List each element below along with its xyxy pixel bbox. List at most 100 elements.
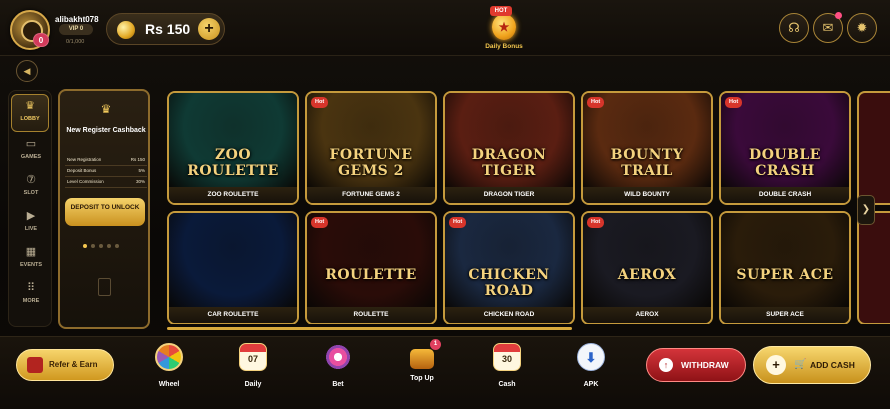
carousel-dot[interactable] xyxy=(99,244,103,248)
game-tile[interactable]: DOUBLE CRASH Hot DOUBLE CRASH xyxy=(719,91,851,205)
sidebar-item-events[interactable]: ▦ EVENTS xyxy=(9,241,53,279)
dock-bet[interactable]: Bet xyxy=(316,343,360,401)
game-artwork xyxy=(169,213,297,309)
hot-flag: HOT xyxy=(490,6,512,16)
cart-icon: 🛒 xyxy=(794,359,807,370)
sidebar-item-live[interactable]: ▶ LIVE xyxy=(9,205,53,243)
gift-icon xyxy=(27,357,43,373)
deposit-to-unlock-button[interactable]: DEPOSIT TO UNLOCK xyxy=(65,198,145,226)
treasure-icon xyxy=(410,349,434,369)
game-tile-partial[interactable] xyxy=(857,211,890,324)
sidebar-item-label: LOBBY xyxy=(20,116,40,122)
announcement-icon[interactable]: ◀ xyxy=(16,60,38,82)
game-tile[interactable]: FORTUNE GEMS 2 Hot FORTUNE GEMS 2 xyxy=(305,91,437,205)
promo-table: New Registration Rs 150 Deposit Bonus 5% L… xyxy=(65,154,147,188)
calendar-icon: 07 xyxy=(239,343,267,371)
balance-amount: Rs 150 xyxy=(145,21,191,37)
add-cash-button[interactable]: + 🛒 ADD CASH xyxy=(753,346,871,384)
dock-label: Cash xyxy=(498,381,516,388)
top-header: 0 alibakht078 VIP 0 0/1,000 Rs 150 + HOT… xyxy=(0,0,890,56)
sidebar-item-lobby[interactable]: ♛ LOBBY xyxy=(11,94,49,132)
carousel-dot[interactable] xyxy=(115,244,119,248)
game-title: DOUBLE CRASH xyxy=(721,187,849,203)
row-value: 30% xyxy=(121,176,147,188)
game-tile-partial[interactable] xyxy=(857,91,890,205)
row-label: Level Commission xyxy=(65,176,122,188)
dock-daily[interactable]: 07 Daily xyxy=(231,343,275,401)
sidebar-item-label: LIVE xyxy=(24,226,38,232)
game-title: ROULETTE xyxy=(307,307,435,323)
game-title: CAR ROULETTE xyxy=(169,307,297,323)
dock-top-up[interactable]: 1 Top Up xyxy=(400,339,444,401)
cash-calendar-icon: 30 xyxy=(493,343,521,371)
hot-badge: Hot xyxy=(587,217,605,228)
hot-badge: Hot xyxy=(311,97,329,108)
sidebar-item-label: MORE xyxy=(22,298,40,304)
avatar-badge: 0 xyxy=(33,33,49,47)
withdraw-label: WITHDRAW xyxy=(681,360,729,370)
game-grid: ZOO ROULETTE ZOO ROULETTE FORTUNE GEMS 2 Ho… xyxy=(165,89,890,324)
gear-icon[interactable]: ✹ xyxy=(847,13,877,43)
username: alibakht078 xyxy=(55,15,99,24)
crown-icon: ♛ xyxy=(25,100,35,112)
game-tile[interactable]: ROULETTE Hot ROULETTE xyxy=(305,211,437,324)
daily-bonus-button[interactable]: HOT ★ Daily Bonus xyxy=(480,4,528,54)
sidebar-item-label: EVENTS xyxy=(19,262,42,268)
vip-badge[interactable]: VIP 0 xyxy=(59,24,93,35)
game-tile[interactable]: CHICKEN ROAD Hot CHICKEN ROAD xyxy=(443,211,575,324)
game-tile[interactable]: BOUNTY TRAIL Hot WILD BOUNTY xyxy=(581,91,713,205)
withdraw-button[interactable]: ↑ WITHDRAW xyxy=(646,348,746,382)
hot-badge: Hot xyxy=(449,217,467,228)
cashback-promo-card[interactable]: ♛ New Register Cashback New Registration… xyxy=(58,89,150,329)
game-tile[interactable]: AEROX Hot AEROX xyxy=(581,211,713,324)
plus-icon: + xyxy=(766,355,786,375)
game-tile[interactable]: DRAGON TIGER DRAGON TIGER xyxy=(443,91,575,205)
carousel-dots xyxy=(83,235,129,248)
row-value: 5% xyxy=(121,165,147,177)
dock-label: Wheel xyxy=(158,381,180,388)
bet-icon xyxy=(324,343,352,371)
game-logo: CHICKEN ROAD xyxy=(468,267,550,299)
promo-title: New Register Cashback xyxy=(66,127,146,134)
deposit-plus-button[interactable]: + xyxy=(198,18,220,40)
game-title: DRAGON TIGER xyxy=(445,187,573,203)
headset-icon[interactable]: ☊ xyxy=(779,13,809,43)
sidebar-item-more[interactable]: ⠿ MORE xyxy=(9,277,53,315)
game-logo: SUPER ACE xyxy=(736,267,834,283)
calendar-icon: ▦ xyxy=(25,246,37,258)
sidebar-item-games[interactable]: ▭ GAMES xyxy=(9,133,53,171)
game-logo: DOUBLE CRASH xyxy=(749,147,821,179)
balance-pill[interactable]: Rs 150 + xyxy=(106,13,225,45)
coin-icon xyxy=(117,21,135,39)
carousel-dot[interactable] xyxy=(107,244,111,248)
game-artwork xyxy=(721,213,849,309)
refer-and-earn-button[interactable]: Refer & Earn xyxy=(16,349,114,381)
game-title: AEROX xyxy=(583,307,711,323)
crown-icon: ♛ xyxy=(100,102,112,116)
game-title: CHICKEN ROAD xyxy=(445,307,573,323)
scrollbar[interactable] xyxy=(167,327,572,330)
dock-wheel[interactable]: Wheel xyxy=(147,343,191,401)
carousel-dot[interactable] xyxy=(91,244,95,248)
games-icon: ▭ xyxy=(25,138,37,150)
scroll-right-button[interactable]: ❯ xyxy=(857,195,875,225)
dock-cash[interactable]: 30 Cash xyxy=(485,343,529,401)
add-cash-label: ADD CASH xyxy=(810,360,855,370)
carousel-dot[interactable] xyxy=(83,244,87,248)
vip-progress-text: 0/1,000 xyxy=(66,39,85,45)
game-logo: BOUNTY TRAIL xyxy=(610,147,684,179)
mail-icon[interactable]: ✉ xyxy=(813,12,843,43)
sidebar-item-slot[interactable]: ⑦ SLOT xyxy=(9,169,53,207)
game-artwork xyxy=(583,213,711,309)
daily-bonus-label: Daily Bonus xyxy=(485,43,523,50)
game-tile[interactable]: ZOO ROULETTE ZOO ROULETTE xyxy=(167,91,299,205)
game-title: SUPER ACE xyxy=(721,307,849,323)
dock-label: Top Up xyxy=(410,375,434,382)
game-tile[interactable]: CAR ROULETTE xyxy=(167,211,299,324)
game-tile[interactable]: SUPER ACE SUPER ACE xyxy=(719,211,851,324)
game-title: ZOO ROULETTE xyxy=(169,187,297,203)
game-logo: AEROX xyxy=(617,267,677,283)
table-row: Level Commission 30% xyxy=(65,176,147,188)
dock-apk[interactable]: ⬇ APK xyxy=(569,343,613,401)
sidebar-item-label: GAMES xyxy=(20,154,42,160)
